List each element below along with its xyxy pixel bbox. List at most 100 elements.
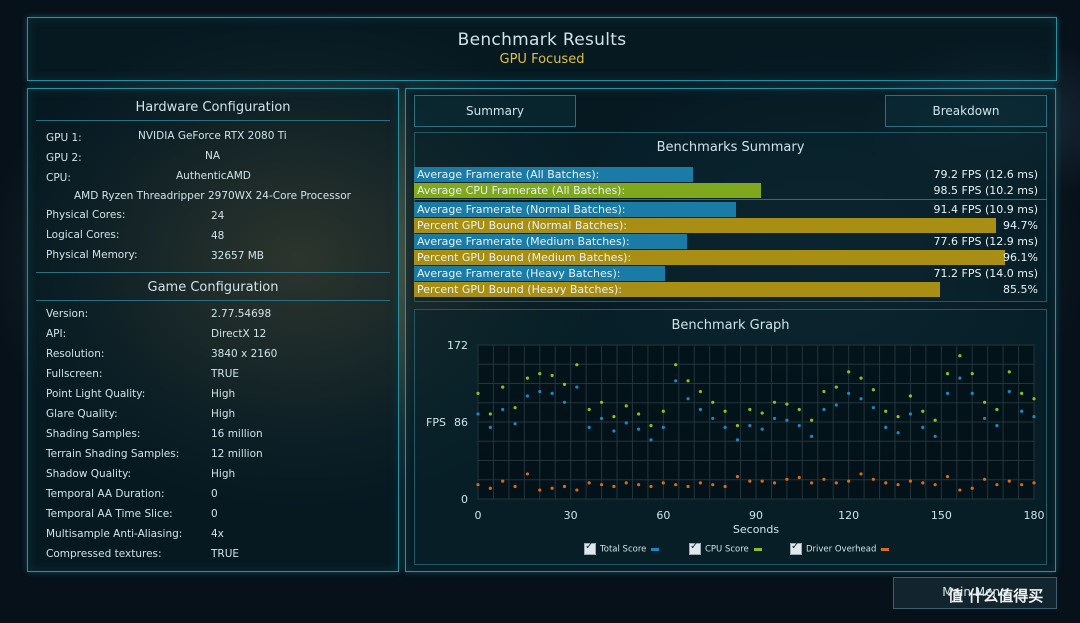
game-config-value: 16 million xyxy=(211,428,263,440)
x-tick-label: 180 xyxy=(1024,509,1045,522)
data-point-driver-overhead xyxy=(884,481,888,485)
data-point-cpu-score xyxy=(871,388,875,392)
data-point-cpu-score xyxy=(921,409,925,413)
data-point-driver-overhead xyxy=(772,481,777,485)
results-panel: Summary Breakdown Benchmarks Summary Ave… xyxy=(405,88,1056,572)
data-point-driver-overhead xyxy=(711,483,715,487)
game-config-value: 4x xyxy=(211,528,224,540)
data-point-cpu-score xyxy=(958,354,962,358)
data-point-total-score xyxy=(933,434,937,438)
legend-cpu-checkbox[interactable] xyxy=(689,541,701,555)
game-config-label: Point Light Quality: xyxy=(46,388,146,400)
data-point-cpu-score xyxy=(599,400,604,404)
legend-total-checkbox[interactable] xyxy=(584,541,596,555)
data-point-cpu-score xyxy=(525,376,530,380)
data-point-cpu-score xyxy=(624,404,628,408)
data-point-total-score xyxy=(488,425,492,429)
data-point-driver-overhead xyxy=(785,477,789,481)
y-tick-label: 86 xyxy=(454,416,468,429)
data-point-driver-overhead xyxy=(575,488,579,492)
game-config-label: Resolution: xyxy=(46,348,105,360)
data-point-total-score xyxy=(575,385,579,389)
y-axis-label: FPS xyxy=(426,416,446,429)
data-point-cpu-score xyxy=(797,407,801,412)
data-point-driver-overhead xyxy=(760,479,764,483)
game-config-value: TRUE xyxy=(211,548,240,560)
data-point-driver-overhead xyxy=(933,483,937,487)
data-point-cpu-score xyxy=(637,412,641,416)
logical-cores-value: 48 xyxy=(211,230,225,242)
data-point-driver-overhead xyxy=(476,483,480,487)
data-point-driver-overhead xyxy=(661,481,665,485)
data-point-cpu-score xyxy=(538,372,542,376)
data-point-cpu-score xyxy=(834,385,838,389)
data-point-total-score xyxy=(649,438,653,442)
data-point-driver-overhead xyxy=(501,479,505,483)
data-point-cpu-score xyxy=(933,418,937,422)
data-point-total-score xyxy=(859,397,863,401)
game-config-value: 3840 x 2160 xyxy=(211,348,278,360)
data-point-driver-overhead xyxy=(637,483,641,487)
data-point-driver-overhead xyxy=(735,475,740,479)
page-subtitle: GPU Focused xyxy=(499,52,585,67)
data-point-cpu-score xyxy=(612,415,616,419)
data-point-total-score xyxy=(1032,415,1036,419)
data-point-driver-overhead xyxy=(995,483,999,487)
data-point-total-score xyxy=(970,391,974,395)
data-point-total-score xyxy=(637,427,641,431)
data-point-total-score xyxy=(945,391,950,395)
data-point-total-score xyxy=(822,407,826,412)
data-point-total-score xyxy=(587,425,591,429)
legend-driver-checkbox[interactable] xyxy=(790,541,802,555)
game-config-label: Compressed textures: xyxy=(46,548,162,560)
memory-value: 32657 MB xyxy=(211,250,265,262)
hardware-title-divider xyxy=(36,120,390,121)
x-tick-label: 90 xyxy=(749,509,763,522)
data-point-cpu-score xyxy=(748,407,752,412)
data-point-driver-overhead xyxy=(834,481,838,485)
data-point-driver-overhead xyxy=(698,481,702,485)
physical-cores-label: Physical Cores: xyxy=(46,209,126,221)
watermark-text: 值 什么值得买 xyxy=(948,587,1044,605)
game-config-label: Terrain Shading Samples: xyxy=(46,448,180,460)
gpu1-label: GPU 1: xyxy=(46,132,82,144)
data-point-cpu-score xyxy=(686,379,690,383)
data-point-total-score xyxy=(958,376,962,380)
data-point-driver-overhead xyxy=(859,472,863,476)
data-point-total-score xyxy=(698,407,702,412)
data-point-driver-overhead xyxy=(908,479,913,483)
game-config-value: 2.77.54698 xyxy=(211,308,272,320)
data-point-driver-overhead xyxy=(1020,483,1024,487)
data-point-cpu-score xyxy=(982,400,987,404)
data-point-total-score xyxy=(785,418,789,422)
legend-cpu-score[interactable]: CPU Score xyxy=(689,541,762,555)
game-config-title: Game Configuration xyxy=(147,280,279,295)
data-point-total-score xyxy=(982,416,987,421)
legend-total-score[interactable]: Total Score xyxy=(584,541,660,555)
data-point-total-score xyxy=(847,391,851,395)
data-point-driver-overhead xyxy=(896,483,900,487)
data-point-driver-overhead xyxy=(562,484,567,489)
data-point-total-score xyxy=(921,425,925,429)
memory-label: Physical Memory: xyxy=(46,249,138,261)
game-config-value: DirectX 12 xyxy=(211,328,267,340)
physical-cores-value: 24 xyxy=(211,210,225,222)
data-point-driver-overhead xyxy=(822,477,826,481)
data-point-cpu-score xyxy=(649,423,653,428)
game-config-label: Version: xyxy=(46,308,89,320)
game-config-value: 12 million xyxy=(211,448,263,460)
game-config-label: Multisample Anti-Aliasing: xyxy=(46,528,183,540)
data-point-driver-overhead xyxy=(587,481,591,485)
data-point-total-score xyxy=(711,416,715,421)
game-config-label: API: xyxy=(46,328,67,340)
data-point-cpu-score xyxy=(1032,397,1036,401)
data-point-total-score xyxy=(871,406,875,410)
legend-driver-overhead[interactable]: Driver Overhead xyxy=(790,541,890,555)
data-point-driver-overhead xyxy=(624,481,628,485)
y-tick-label: 172 xyxy=(447,339,468,352)
data-point-total-score xyxy=(624,421,628,425)
data-point-driver-overhead xyxy=(982,477,987,481)
data-point-total-score xyxy=(686,397,690,401)
data-point-total-score xyxy=(760,427,764,431)
data-point-total-score xyxy=(476,412,480,416)
